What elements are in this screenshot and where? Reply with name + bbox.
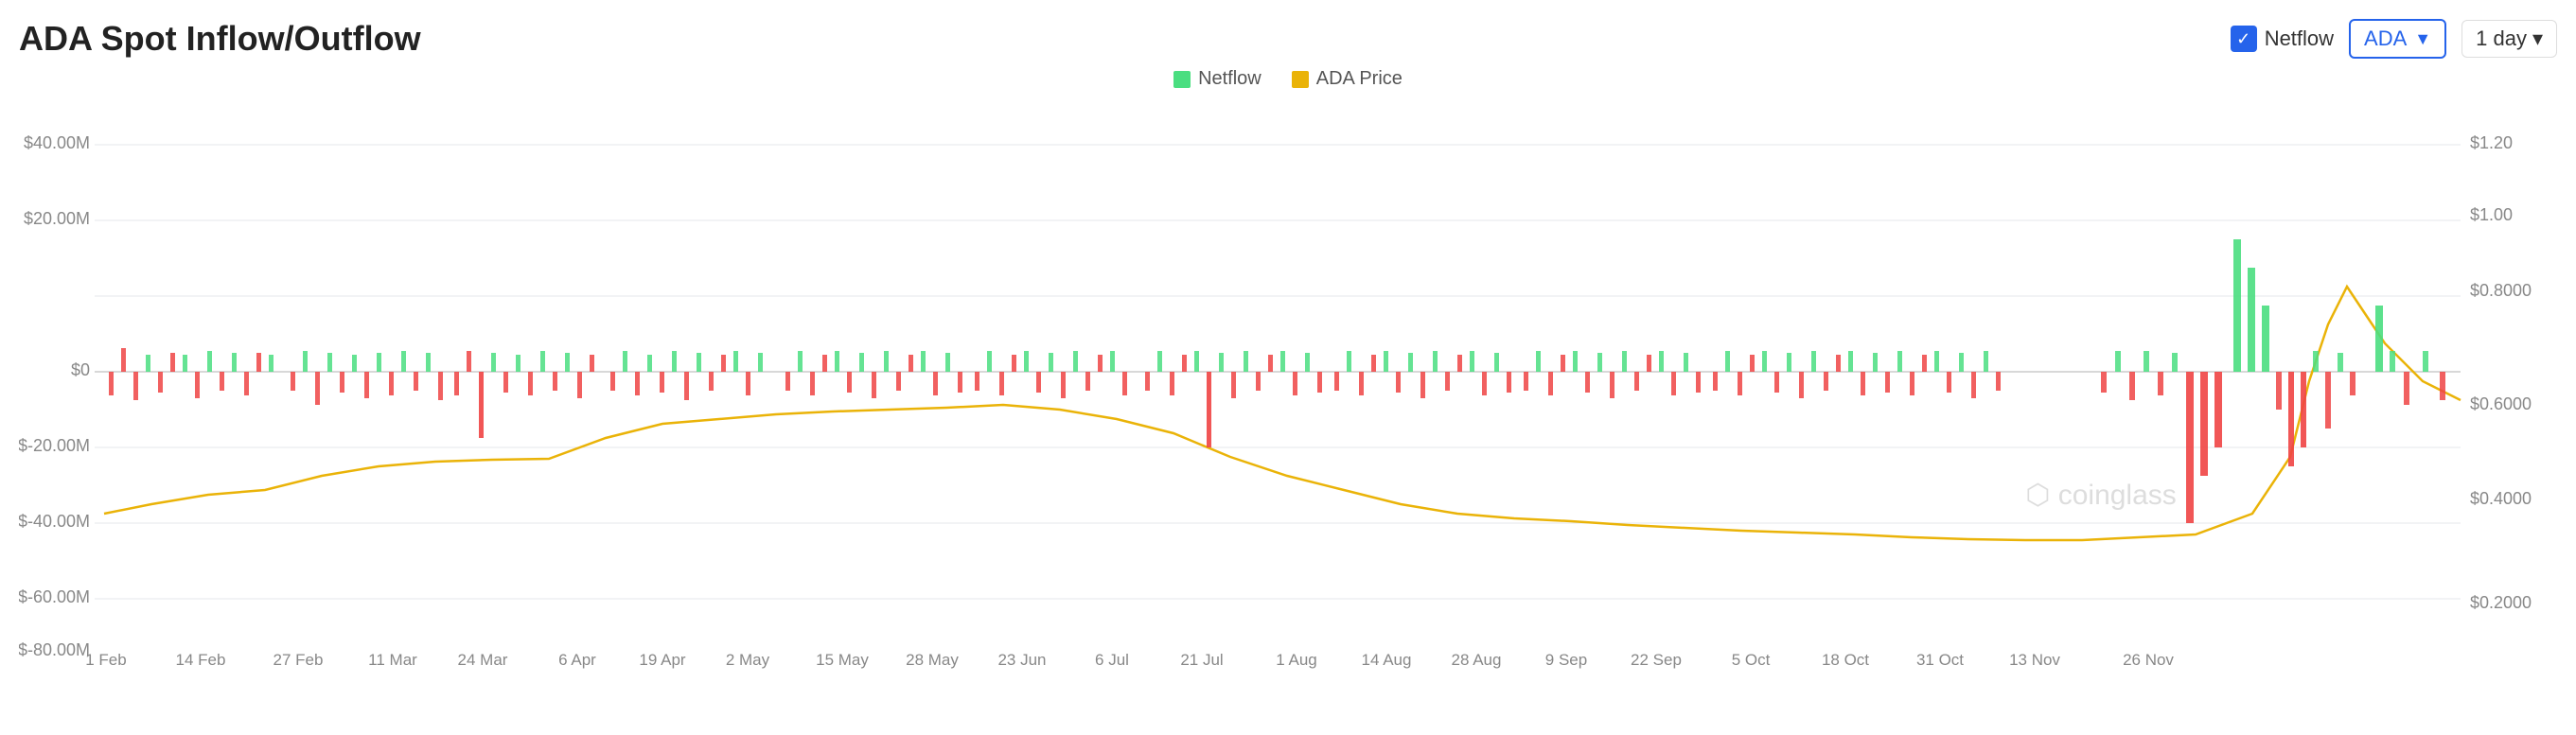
svg-text:$0.6000: $0.6000 (2470, 394, 2532, 413)
chevron-down-icon: ▾ (2532, 26, 2543, 51)
chart-title: ADA Spot Inflow/Outflow (19, 19, 421, 59)
main-chart-svg: $40.00M $20.00M $0 $-20.00M $-40.00M $-6… (19, 97, 2557, 674)
svg-text:21 Jul: 21 Jul (1180, 651, 1223, 669)
legend-color-green (1173, 71, 1191, 88)
svg-text:$0.8000: $0.8000 (2470, 281, 2532, 300)
legend-item-ada-price: ADA Price (1292, 68, 1403, 90)
svg-text:$1.20: $1.20 (2470, 133, 2513, 152)
svg-text:14 Feb: 14 Feb (176, 651, 226, 669)
svg-text:11 Mar: 11 Mar (368, 651, 417, 669)
svg-text:28 Aug: 28 Aug (1452, 651, 1502, 669)
svg-text:$0: $0 (71, 360, 90, 379)
svg-text:22 Sep: 22 Sep (1631, 651, 1682, 669)
svg-text:$-80.00M: $-80.00M (19, 640, 90, 659)
svg-text:$0.2000: $0.2000 (2470, 593, 2532, 612)
svg-text:18 Oct: 18 Oct (1822, 651, 1869, 669)
svg-text:1 Aug: 1 Aug (1276, 651, 1317, 669)
chart-container: ADA Spot Inflow/Outflow ✓ Netflow ADA ▼ … (0, 0, 2576, 735)
svg-text:$-60.00M: $-60.00M (19, 587, 90, 606)
chart-area: $40.00M $20.00M $0 $-20.00M $-40.00M $-6… (19, 97, 2557, 674)
day-value: 1 day (2476, 26, 2527, 51)
chevron-down-icon: ▼ (2414, 29, 2431, 49)
svg-text:$-20.00M: $-20.00M (19, 436, 90, 455)
svg-text:23 Jun: 23 Jun (997, 651, 1046, 669)
legend-item-netflow: Netflow (1173, 68, 1262, 90)
svg-text:9 Sep: 9 Sep (1545, 651, 1587, 669)
svg-text:$-40.00M: $-40.00M (19, 512, 90, 531)
day-selector[interactable]: 1 day ▾ (2461, 20, 2557, 58)
svg-text:6 Apr: 6 Apr (558, 651, 596, 669)
dropdown-value: ADA (2364, 26, 2407, 51)
svg-text:28 May: 28 May (906, 651, 959, 669)
ada-dropdown[interactable]: ADA ▼ (2349, 19, 2446, 59)
svg-text:27 Feb: 27 Feb (273, 651, 324, 669)
svg-text:26 Nov: 26 Nov (2123, 651, 2174, 669)
legend-color-yellow (1292, 71, 1309, 88)
netflow-checkbox[interactable]: ✓ Netflow (2231, 26, 2334, 52)
svg-text:$40.00M: $40.00M (24, 133, 90, 152)
svg-text:5 Oct: 5 Oct (1732, 651, 1771, 669)
svg-text:1 Feb: 1 Feb (85, 651, 126, 669)
svg-text:14 Aug: 14 Aug (1362, 651, 1412, 669)
chart-legend: Netflow ADA Price (19, 68, 2557, 90)
svg-text:6 Jul: 6 Jul (1095, 651, 1129, 669)
svg-text:15 May: 15 May (816, 651, 869, 669)
svg-text:$20.00M: $20.00M (24, 209, 90, 228)
svg-text:$0.4000: $0.4000 (2470, 489, 2532, 508)
controls: ✓ Netflow ADA ▼ 1 day ▾ (2231, 19, 2557, 59)
header-row: ADA Spot Inflow/Outflow ✓ Netflow ADA ▼ … (19, 19, 2557, 59)
svg-text:19 Apr: 19 Apr (639, 651, 685, 669)
svg-text:13 Nov: 13 Nov (2009, 651, 2060, 669)
svg-text:$1.00: $1.00 (2470, 205, 2513, 224)
svg-text:31 Oct: 31 Oct (1916, 651, 1964, 669)
legend-ada-price-label: ADA Price (1316, 68, 1403, 90)
legend-netflow-label: Netflow (1198, 68, 1262, 90)
netflow-label: Netflow (2265, 26, 2334, 51)
svg-text:⬡ coinglass: ⬡ coinglass (2025, 480, 2177, 511)
svg-text:24 Mar: 24 Mar (458, 651, 508, 669)
svg-text:2 May: 2 May (726, 651, 770, 669)
checkbox-checked-icon[interactable]: ✓ (2231, 26, 2257, 52)
